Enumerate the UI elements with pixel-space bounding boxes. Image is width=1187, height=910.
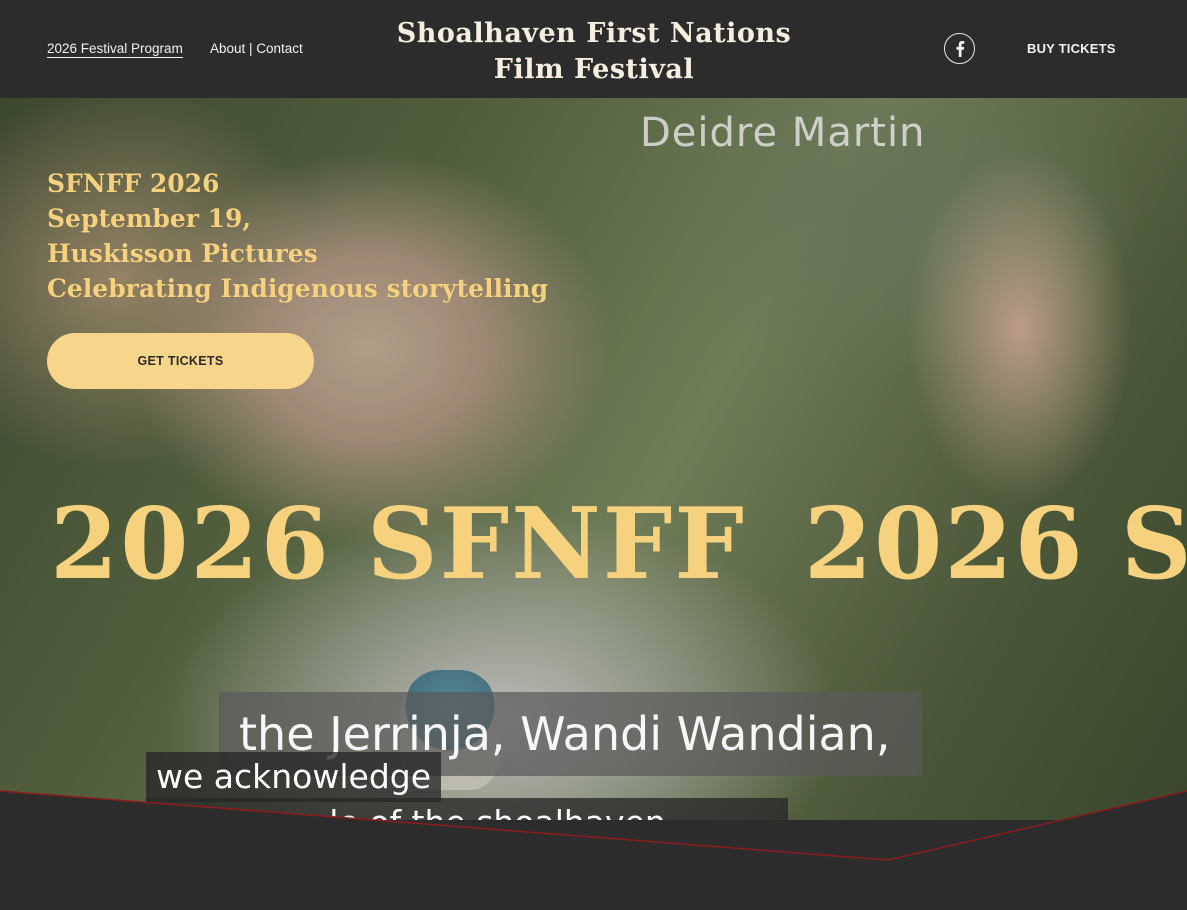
buy-tickets-link[interactable]: BUY TICKETS (1027, 41, 1116, 56)
site-title-line-2: Film Festival (493, 54, 695, 85)
marquee-item: 2026 SFNFF (803, 487, 1187, 602)
hero-video-section[interactable]: Deidre Martin SFNFF 2026 September 19, H… (0, 98, 1187, 820)
hero-line-date: September 19, (47, 204, 252, 233)
facebook-icon (956, 40, 964, 57)
video-name-caption: Deidre Martin (640, 110, 926, 156)
hero-event-info: SFNFF 2026 September 19, Huskisson Pictu… (47, 166, 548, 306)
site-title-line-1: Shoalhaven First Nations (396, 18, 792, 49)
get-tickets-button[interactable]: GET TICKETS (47, 333, 314, 389)
marquee-banner: 2026 SFNFF 2026 SFNFF (50, 490, 1187, 600)
nav-about-contact-link[interactable]: About | Contact (210, 41, 303, 56)
hero-line-tagline: Celebrating Indigenous storytelling (47, 274, 549, 303)
section-divider (0, 790, 1187, 910)
facebook-button[interactable] (944, 33, 975, 64)
site-header: 2026 Festival Program About | Contact Sh… (0, 0, 1187, 98)
site-title[interactable]: Shoalhaven First Nations Film Festival (394, 16, 794, 88)
nav-festival-program-link[interactable]: 2026 Festival Program (47, 41, 183, 58)
hero-line-festival: SFNFF 2026 (47, 169, 220, 198)
marquee-item: 2026 SFNFF (50, 487, 746, 602)
hero-line-venue: Huskisson Pictures (47, 239, 318, 268)
